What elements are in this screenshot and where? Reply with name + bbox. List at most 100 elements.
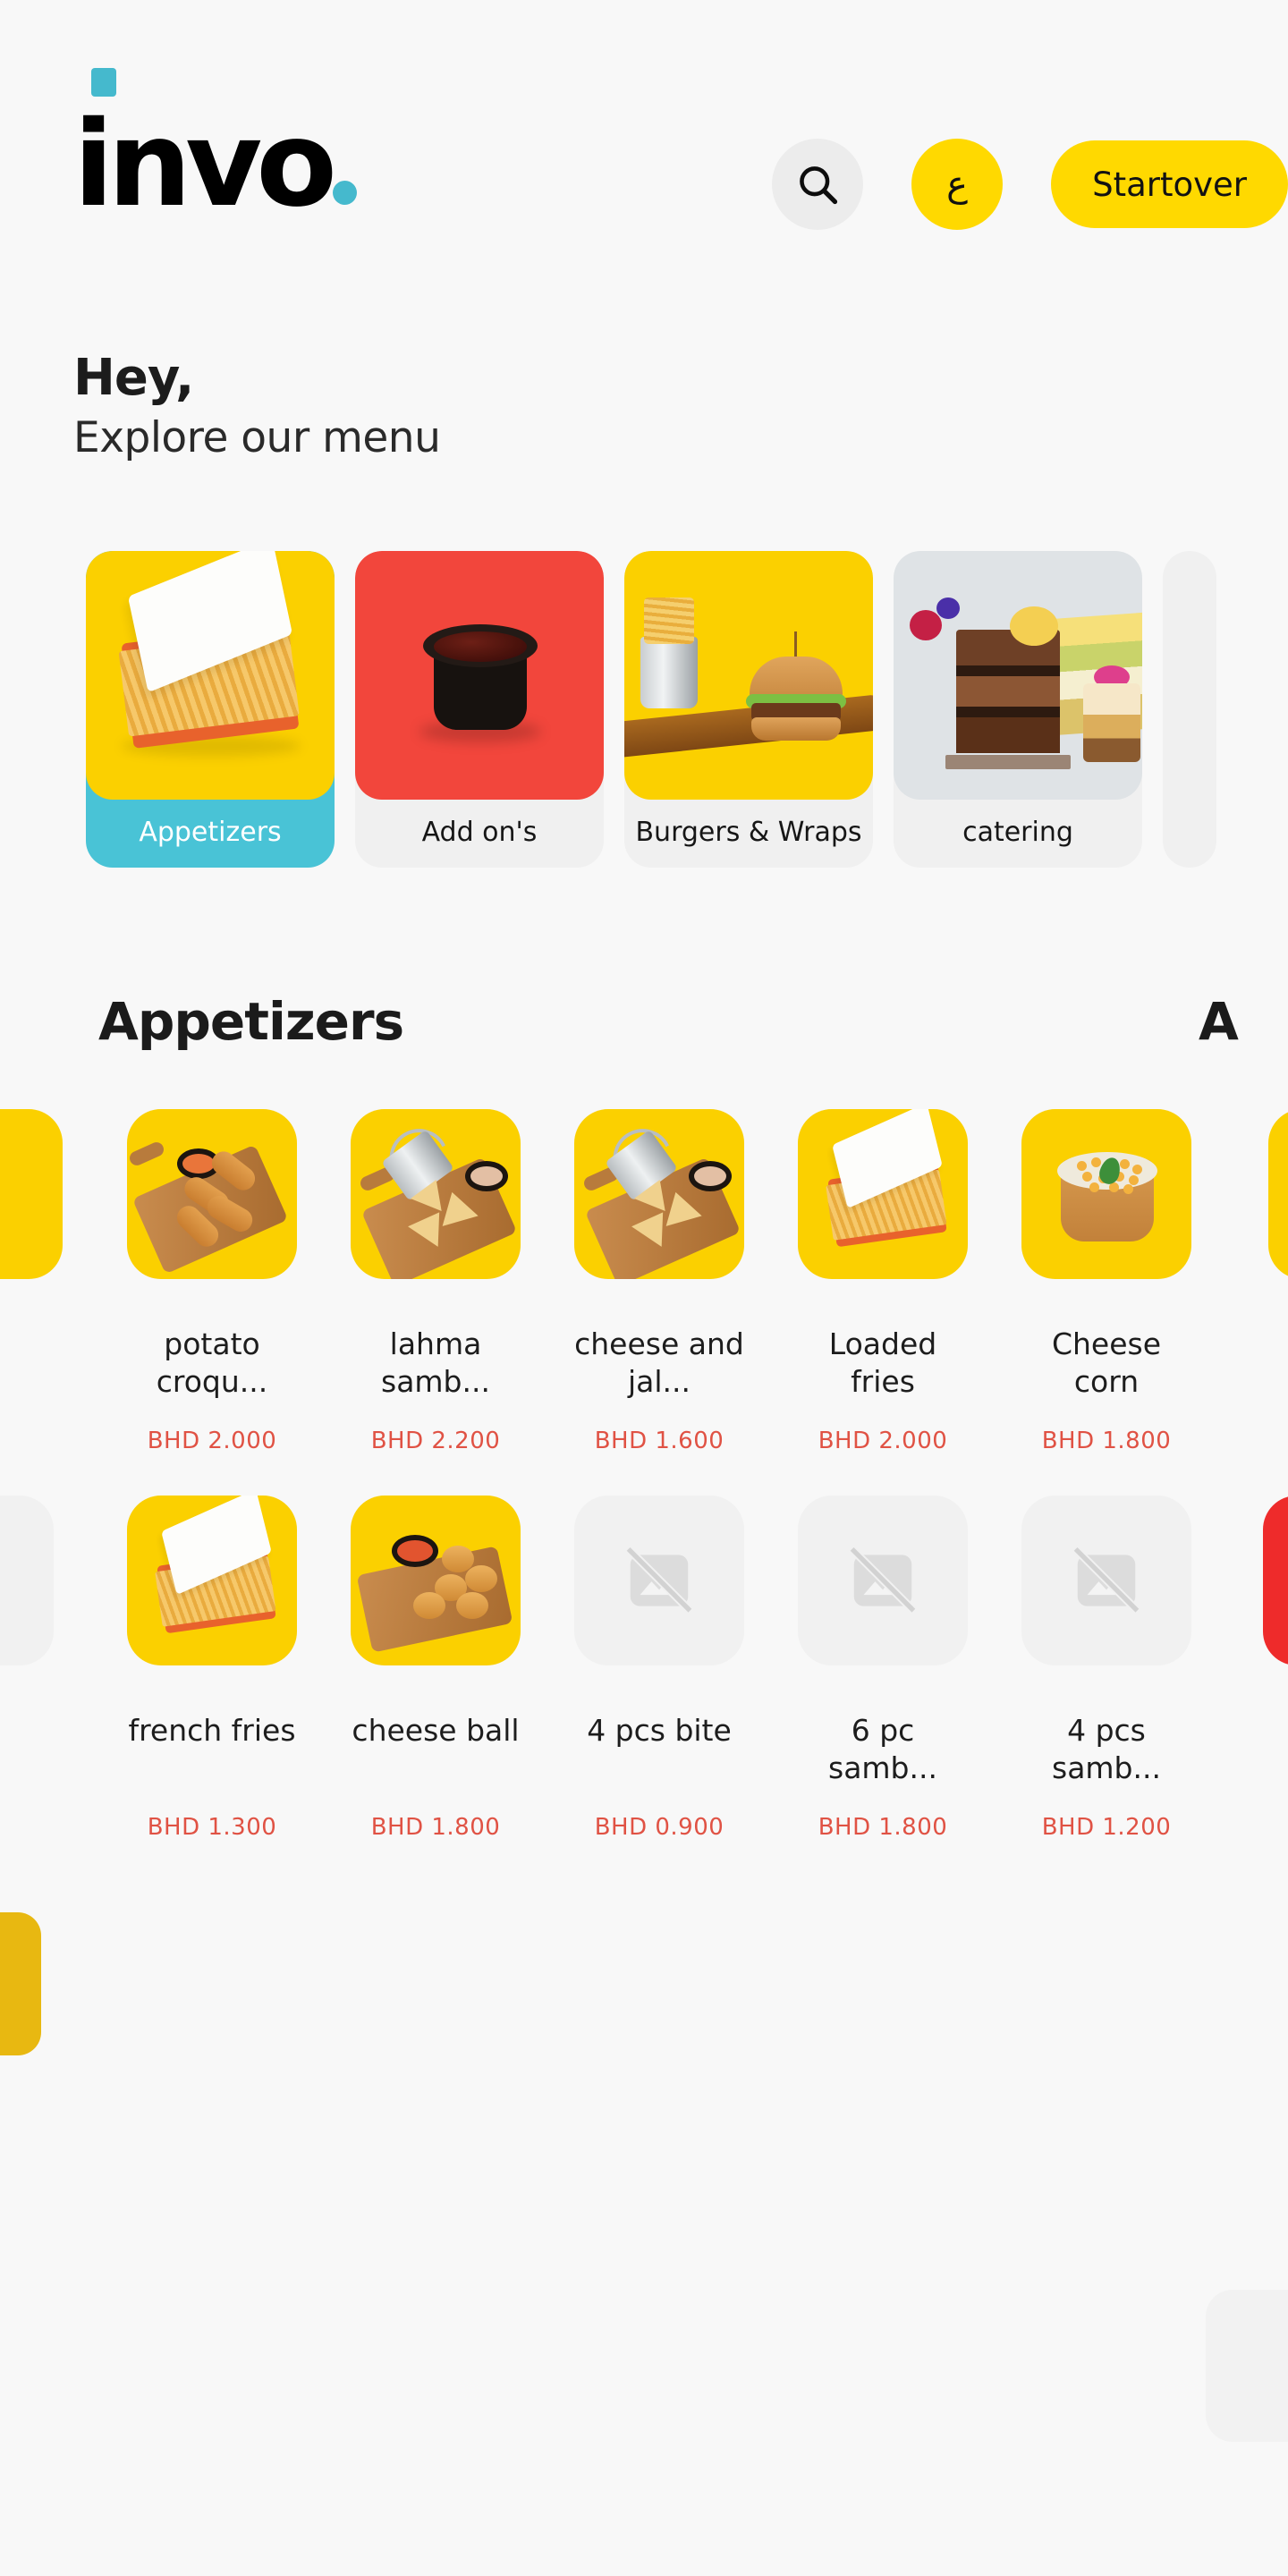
brand-logo[interactable]: invo	[73, 68, 357, 224]
category-thumb-burgers-wraps	[624, 551, 873, 800]
macaron-shape	[1010, 606, 1058, 646]
language-toggle-label: ع	[946, 164, 969, 205]
broken-image-icon	[849, 1546, 917, 1614]
menu-item-name: cheese ball	[352, 1713, 520, 1748]
menu-item-card[interactable]: Loaded fries BHD 2.000	[771, 1109, 995, 1496]
mini-cake-shape	[1083, 683, 1140, 762]
appetizers-illustration	[86, 551, 335, 800]
category-label-addons: Add on's	[421, 816, 538, 848]
category-card-next-peek[interactable]	[1163, 551, 1216, 868]
bun-top-shape	[750, 657, 843, 699]
burger-shape	[746, 631, 846, 741]
menu-item-price: BHD 1.600	[594, 1428, 724, 1454]
menu-item-thumb	[351, 1109, 521, 1279]
menu-item-price: BHD 1.800	[818, 1814, 948, 1841]
menu-item-card[interactable]: 4 pcs samb... BHD 1.200	[995, 1496, 1218, 1882]
addons-illustration	[355, 551, 604, 800]
next-section-peek-right[interactable]	[1206, 2290, 1288, 2442]
menu-item-price: BHD 2.200	[370, 1428, 501, 1454]
startover-button[interactable]: Startover	[1051, 140, 1288, 228]
menu-item-card[interactable]: Cheese corn BHD 1.800	[995, 1109, 1218, 1496]
search-button[interactable]	[772, 139, 864, 230]
loaded-fries-illustration	[798, 1109, 968, 1279]
menu-item-thumb-placeholder	[798, 1496, 968, 1665]
greeting-title: Hey,	[73, 349, 194, 407]
menu-item-name: Cheese corn	[1051, 1326, 1162, 1400]
menu-item-name: 4 pcs samb...	[1052, 1713, 1161, 1786]
menu-item-card[interactable]: cheese ball BHD 1.800	[324, 1496, 547, 1882]
menu-item-thumb	[1021, 1109, 1191, 1279]
greeting-block: Hey, Explore our menu	[73, 349, 441, 464]
brand-logo-tittle-icon	[91, 68, 116, 97]
menu-item-peek-right-row1[interactable]	[1268, 1109, 1288, 1279]
category-track: Appetizers Add on's Burgers & Wraps cate…	[86, 551, 1216, 868]
menu-item-thumb	[351, 1496, 521, 1665]
category-label-catering: catering	[962, 816, 1073, 848]
samosa-illustration	[574, 1109, 744, 1279]
menu-item-peek-left-row2[interactable]	[0, 1496, 54, 1665]
menu-item-thumb	[127, 1496, 297, 1665]
category-card-burgers-wraps[interactable]: Burgers & Wraps	[624, 551, 873, 868]
berry-shape	[910, 610, 942, 640]
category-card-catering[interactable]: catering	[894, 551, 1142, 868]
menu-item-price: BHD 1.800	[370, 1814, 501, 1841]
menu-item-thumb	[798, 1109, 968, 1279]
samosa-illustration	[351, 1109, 521, 1279]
search-icon	[800, 166, 838, 205]
menu-item-name: 6 pc samb...	[828, 1713, 937, 1786]
berry-shape	[936, 597, 960, 619]
section-title-next-peek: A	[1199, 991, 1239, 1052]
category-thumb-addons	[355, 551, 604, 800]
menu-item-card[interactable]: 4 pcs bite BHD 0.900	[547, 1496, 771, 1882]
menu-items-grid: potato croqu... BHD 2.000 lahma samb... …	[100, 1109, 1218, 1882]
section-heading-row: Appetizers A	[0, 991, 1288, 1089]
startover-label: Startover	[1092, 165, 1247, 204]
language-toggle-button[interactable]: ع	[911, 139, 1004, 230]
broken-image-icon	[1072, 1546, 1140, 1614]
category-label-burgers-wraps: Burgers & Wraps	[635, 816, 862, 848]
menu-item-card[interactable]: 6 pc samb... BHD 1.800	[771, 1496, 995, 1882]
menu-item-card[interactable]: potato croqu... BHD 2.000	[100, 1109, 324, 1496]
catering-illustration	[894, 551, 1142, 800]
burgers-illustration	[624, 551, 873, 800]
next-section-peek-left[interactable]	[0, 1912, 41, 2055]
brand-logo-text: invo	[73, 68, 337, 224]
greeting-subtitle: Explore our menu	[73, 412, 441, 462]
menu-item-name: 4 pcs bite	[587, 1713, 732, 1748]
fry-cup-shape	[640, 597, 698, 708]
category-card-appetizers[interactable]: Appetizers	[86, 551, 335, 868]
menu-item-price: BHD 1.800	[1041, 1428, 1172, 1454]
menu-item-card[interactable]: french fries BHD 1.300	[100, 1496, 324, 1882]
menu-item-thumb	[574, 1109, 744, 1279]
menu-item-price: BHD 1.300	[147, 1814, 277, 1841]
croquettes-illustration	[127, 1109, 297, 1279]
category-card-addons[interactable]: Add on's	[355, 551, 604, 868]
category-carousel[interactable]: Appetizers Add on's Burgers & Wraps cate…	[0, 544, 1288, 875]
category-thumb-catering	[894, 551, 1142, 800]
sauce-shape	[434, 631, 527, 662]
section-title: Appetizers	[98, 991, 404, 1052]
cheese-corn-illustration	[1021, 1109, 1191, 1279]
cheese-ball-illustration	[351, 1496, 521, 1665]
menu-item-thumb-placeholder	[1021, 1496, 1191, 1665]
menu-item-thumb	[127, 1109, 297, 1279]
header-actions: ع Startover	[772, 139, 1288, 230]
broken-image-icon	[625, 1546, 693, 1614]
menu-kiosk-page: invo ع Startover Hey, Explore our menu A…	[0, 0, 1288, 2576]
menu-item-peek-left-row1[interactable]	[0, 1109, 63, 1279]
menu-item-name: potato croqu...	[156, 1326, 268, 1400]
menu-item-card[interactable]: cheese and jal... BHD 1.600	[547, 1109, 771, 1496]
app-header: invo ع Startover	[0, 0, 1288, 295]
menu-item-name: Loaded fries	[828, 1326, 937, 1400]
menu-item-thumb-placeholder	[574, 1496, 744, 1665]
menu-item-name: french fries	[128, 1713, 296, 1748]
brand-logo-dot-icon	[332, 181, 357, 205]
menu-item-card[interactable]: lahma samb... BHD 2.200	[324, 1109, 547, 1496]
menu-item-price: BHD 2.000	[818, 1428, 948, 1454]
menu-item-price: BHD 2.000	[147, 1428, 277, 1454]
menu-item-name: lahma samb...	[381, 1326, 490, 1400]
bun-bottom-shape	[751, 717, 841, 741]
menu-item-peek-right-row2[interactable]	[1263, 1496, 1288, 1665]
menu-item-price: BHD 0.900	[594, 1814, 724, 1841]
menu-items-carousel[interactable]: potato croqu... BHD 2.000 lahma samb... …	[0, 1109, 1288, 1896]
